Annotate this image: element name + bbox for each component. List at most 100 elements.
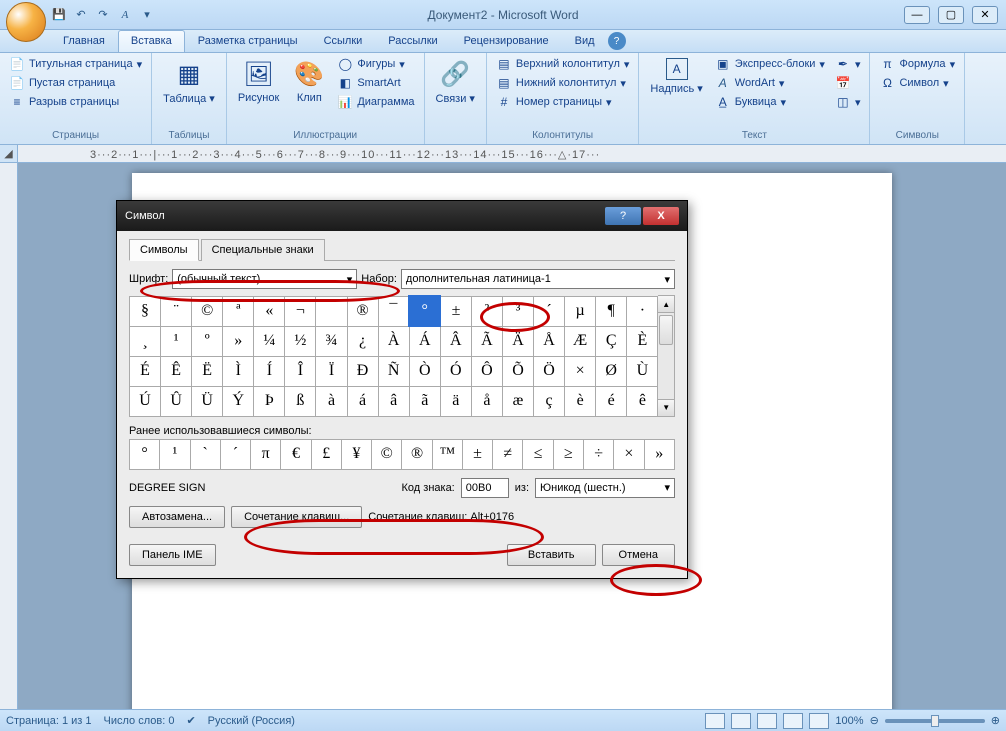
symbol-cell[interactable]: ­ [316,296,347,326]
view-outline[interactable] [783,713,803,729]
tab-page-layout[interactable]: Разметка страницы [185,30,311,52]
symbol-cell[interactable]: º [192,326,223,356]
symbol-cell[interactable]: Í [254,356,285,386]
symbol-cell[interactable]: Ì [223,356,254,386]
dialog-titlebar[interactable]: Символ ? X [117,201,687,231]
recent-symbol-cell[interactable]: ÷ [583,439,613,469]
blank-page-button[interactable]: 📄Пустая страница [6,74,145,92]
symbol-cell[interactable]: µ [565,296,596,326]
symbol-cell[interactable]: ¹ [161,326,192,356]
shapes-button[interactable]: ◯Фигуры ▾ [334,55,417,73]
symbol-cell[interactable]: Ô [471,356,502,386]
shortcut-key-button[interactable]: Сочетание клавиш... [231,506,362,528]
symbol-cell[interactable]: ¸ [130,326,161,356]
recent-symbol-cell[interactable]: € [281,439,311,469]
status-words[interactable]: Число слов: 0 [104,715,175,727]
symbol-cell[interactable]: á [347,386,378,416]
symbol-cell[interactable]: ° [409,296,440,326]
recent-symbol-cell[interactable]: » [644,439,674,469]
symbol-cell[interactable]: ¬ [285,296,316,326]
symbol-cell[interactable]: ¨ [161,296,192,326]
symbol-cell[interactable]: ³ [502,296,533,326]
symbol-cell[interactable]: ä [440,386,471,416]
from-select[interactable]: Юникод (шестн.)▾ [535,478,675,498]
symbol-cell[interactable]: « [254,296,285,326]
symbol-cell[interactable]: Æ [565,326,596,356]
view-print-layout[interactable] [705,713,725,729]
symbol-cell[interactable]: é [596,386,627,416]
recent-symbol-cell[interactable]: ¹ [160,439,190,469]
symbol-cell[interactable]: Ý [223,386,254,416]
qat-dropdown-icon[interactable]: ▾ [138,6,156,24]
symbol-cell[interactable]: Å [534,326,565,356]
zoom-level[interactable]: 100% [835,715,863,727]
symbol-cell[interactable]: ¿ [347,326,378,356]
recent-symbol-cell[interactable]: ` [190,439,220,469]
page-number-button[interactable]: #Номер страницы ▾ [493,93,632,111]
chart-button[interactable]: 📊Диаграмма [334,93,417,111]
symbol-cell[interactable]: Ù [627,356,658,386]
code-input[interactable] [461,478,509,498]
symbol-cell[interactable]: Ó [440,356,471,386]
quickparts-button[interactable]: ▣Экспресс-блоки ▾ [712,55,828,73]
symbol-cell[interactable]: ç [534,386,565,416]
symbol-cell[interactable]: ª [223,296,254,326]
undo-icon[interactable]: ↶ [72,6,90,24]
horizontal-ruler[interactable]: ◢ 3···2···1···|···1···2···3···4···5···6·… [0,145,1006,163]
recent-symbol-cell[interactable]: ≤ [523,439,553,469]
font-icon[interactable]: A [116,6,134,24]
cover-page-button[interactable]: 📄Титульная страница ▾ [6,55,145,73]
symbol-cell[interactable]: ¾ [316,326,347,356]
header-button[interactable]: ▤Верхний колонтитул ▾ [493,55,632,73]
symbol-cell[interactable]: Â [440,326,471,356]
help-button[interactable]: ? [608,32,626,50]
symbol-cell[interactable]: ¶ [596,296,627,326]
symbol-cell[interactable]: è [565,386,596,416]
dialog-tab-special[interactable]: Специальные знаки [201,239,325,261]
symbol-cell[interactable]: × [565,356,596,386]
recent-symbol-cell[interactable]: π [251,439,281,469]
ruler-corner[interactable]: ◢ [0,145,18,162]
smartart-button[interactable]: ◧SmartArt [334,74,417,92]
view-web[interactable] [757,713,777,729]
zoom-in-button[interactable]: ⊕ [991,714,1000,727]
recent-symbol-cell[interactable]: ≥ [553,439,583,469]
zoom-slider[interactable] [885,719,985,723]
tab-references[interactable]: Ссылки [311,30,376,52]
cancel-button[interactable]: Отмена [602,544,675,566]
textbox-button[interactable]: AНадпись ▾ [645,55,707,129]
recent-symbol-cell[interactable]: ® [402,439,432,469]
symbol-cell[interactable]: Û [161,386,192,416]
dialog-help-button[interactable]: ? [605,207,641,225]
symbol-cell[interactable]: Õ [502,356,533,386]
symbol-cell[interactable]: É [130,356,161,386]
symbol-cell[interactable]: Ç [596,326,627,356]
symbol-cell[interactable]: Ò [409,356,440,386]
footer-button[interactable]: ▤Нижний колонтитул ▾ [493,74,632,92]
wordart-button[interactable]: AWordArt ▾ [712,74,828,92]
symbol-cell[interactable]: § [130,296,161,326]
save-icon[interactable]: 💾 [50,6,68,24]
recent-symbol-cell[interactable]: × [614,439,644,469]
equation-button[interactable]: πФормула ▾ [876,55,958,73]
view-draft[interactable] [809,713,829,729]
spellcheck-icon[interactable]: ✔ [186,714,195,727]
symbol-cell[interactable]: · [627,296,658,326]
status-language[interactable]: Русский (Россия) [208,715,295,727]
symbol-cell[interactable]: ½ [285,326,316,356]
redo-icon[interactable]: ↷ [94,6,112,24]
symbol-cell[interactable]: Ú [130,386,161,416]
symbol-cell[interactable]: Ü [192,386,223,416]
view-fullscreen[interactable] [731,713,751,729]
symbol-scrollbar[interactable]: ▲ ▼ [658,295,675,417]
minimize-button[interactable]: — [904,6,930,24]
symbol-cell[interactable]: Þ [254,386,285,416]
symbol-cell[interactable]: Ã [471,326,502,356]
recent-symbol-cell[interactable]: © [372,439,402,469]
symbol-cell[interactable]: © [192,296,223,326]
links-button[interactable]: 🔗Связи ▾ [431,55,480,129]
ime-pad-button[interactable]: Панель IME [129,544,216,566]
symbol-cell[interactable]: ´ [534,296,565,326]
picture-button[interactable]: 🖼Рисунок [233,55,285,129]
scroll-up-icon[interactable]: ▲ [658,296,674,313]
